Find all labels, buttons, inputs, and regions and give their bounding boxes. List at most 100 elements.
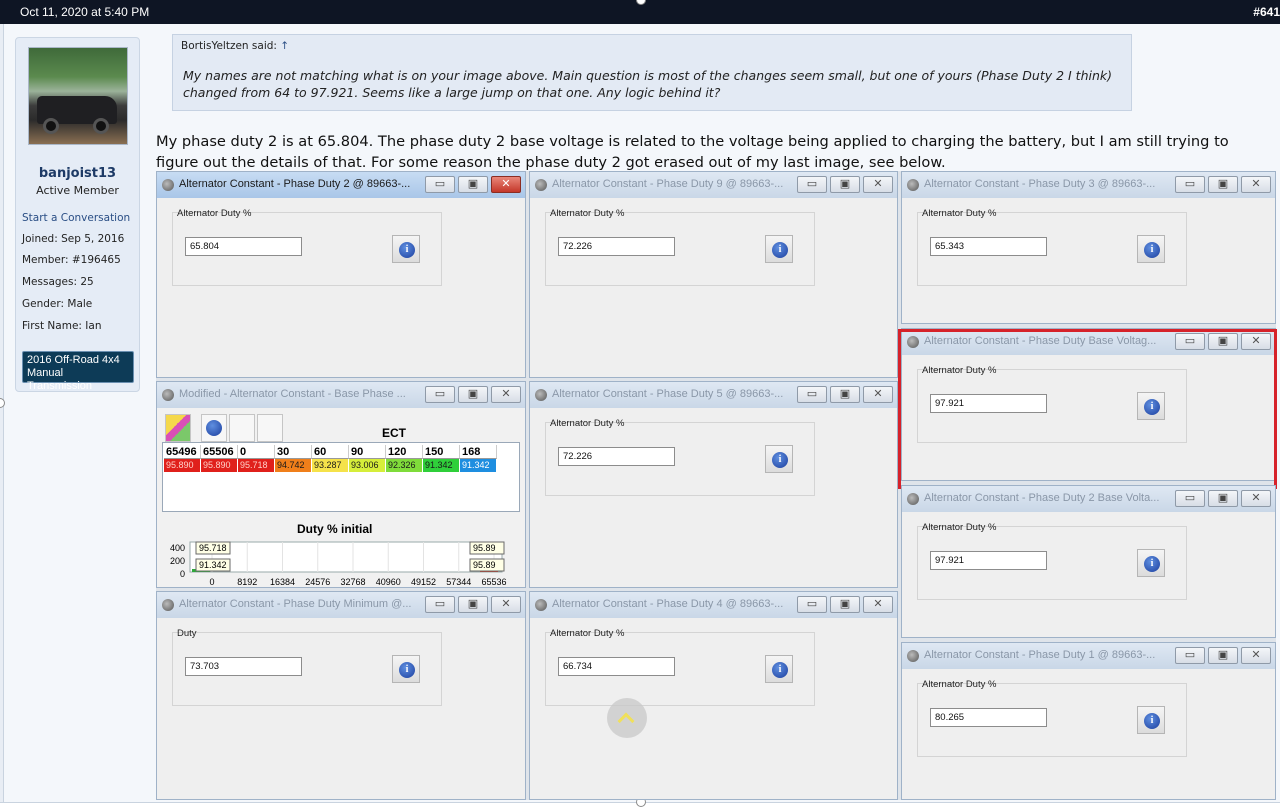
window-titlebar[interactable]: Alternator Constant - Phase Duty 1 @ 896… (902, 643, 1275, 669)
maximize-button[interactable]: ▣ (830, 596, 860, 613)
minimize-button[interactable]: ▭ (1175, 490, 1205, 507)
document-icon[interactable] (229, 414, 255, 442)
minimize-button[interactable]: ▭ (425, 176, 455, 193)
info-button[interactable]: i (392, 655, 420, 683)
start-conversation-link[interactable]: Start a Conversation (22, 212, 130, 224)
table-value-cell[interactable]: 91.342 (423, 459, 460, 472)
table-value-cell[interactable]: 91.342 (460, 459, 497, 472)
close-button[interactable]: ✕ (863, 386, 893, 403)
table-value-row: 95.890 95.890 95.718 94.742 93.287 93.006 92.3… (164, 459, 497, 472)
window-phase-duty-3[interactable]: Alternator Constant - Phase Duty 3 @ 896… (901, 171, 1276, 324)
window-title: Alternator Constant - Phase Duty 9 @ 896… (552, 178, 784, 190)
window-titlebar[interactable]: Alternator Constant - Phase Duty 3 @ 896… (902, 172, 1275, 198)
info-button[interactable]: i (1137, 549, 1165, 577)
document-icon[interactable] (257, 414, 283, 442)
info-button[interactable]: i (765, 235, 793, 263)
close-button[interactable]: ✕ (491, 596, 521, 613)
maximize-button[interactable]: ▣ (830, 176, 860, 193)
maximize-button[interactable]: ▣ (1208, 490, 1238, 507)
scroll-to-top-button[interactable] (607, 698, 647, 738)
duty-value-field[interactable]: 65.804 (185, 237, 302, 256)
quote-author: BortisYeltzen said: ↑ (181, 40, 289, 52)
window-titlebar[interactable]: Alternator Constant - Phase Duty 2 Base … (902, 486, 1275, 512)
avatar[interactable] (28, 47, 128, 145)
window-titlebar[interactable]: Alternator Constant - Phase Duty Minimum… (157, 592, 525, 618)
close-button[interactable]: ✕ (863, 176, 893, 193)
table-value-cell[interactable]: 95.718 (238, 459, 275, 472)
window-titlebar[interactable]: Alternator Constant - Phase Duty 2 @ 896… (157, 172, 525, 198)
window-phase-duty-9[interactable]: Alternator Constant - Phase Duty 9 @ 896… (529, 171, 898, 378)
table-value-cell[interactable]: 95.890 (201, 459, 238, 472)
window-titlebar[interactable]: Alternator Constant - Phase Duty 9 @ 896… (530, 172, 897, 198)
x-tick-label: 65536 (481, 577, 506, 587)
minimize-button[interactable]: ▭ (425, 596, 455, 613)
info-button[interactable]: i (1137, 706, 1165, 734)
minimize-button[interactable]: ▭ (797, 176, 827, 193)
duty-value-field[interactable]: 73.703 (185, 657, 302, 676)
duty-value-field[interactable]: 72.226 (558, 237, 675, 256)
window-title: Alternator Constant - Phase Duty 1 @ 896… (924, 649, 1156, 661)
paint-tool-icon[interactable] (165, 414, 191, 442)
info-button[interactable]: i (1137, 235, 1165, 263)
table-value-cell[interactable]: 94.742 (275, 459, 312, 472)
maximize-button[interactable]: ▣ (1208, 647, 1238, 664)
close-button[interactable]: ✕ (491, 386, 521, 403)
close-button[interactable]: ✕ (1241, 176, 1271, 193)
minimize-button[interactable]: ▭ (1175, 176, 1205, 193)
window-base-phase-table[interactable]: Modified - Alternator Constant - Base Ph… (156, 381, 526, 588)
field-label: Alternator Duty % (922, 208, 997, 219)
user-card: banjoist13 Active Member Start a Convers… (15, 37, 140, 392)
table-value-cell[interactable]: 92.326 (386, 459, 423, 472)
attached-screenshot[interactable]: Alternator Constant - Phase Duty 2 @ 896… (156, 171, 1277, 800)
info-tool-button[interactable] (201, 414, 227, 442)
maximize-button[interactable]: ▣ (458, 386, 488, 403)
minimize-button[interactable]: ▭ (797, 596, 827, 613)
maximize-button[interactable]: ▣ (830, 386, 860, 403)
duty-value-field[interactable]: 80.265 (930, 708, 1047, 727)
table-value-cell[interactable]: 93.006 (349, 459, 386, 472)
close-button[interactable]: ✕ (1241, 490, 1271, 507)
window-titlebar[interactable]: Alternator Constant - Phase Duty 5 @ 896… (530, 382, 897, 408)
window-phase-duty-minimum[interactable]: Alternator Constant - Phase Duty Minimum… (156, 591, 526, 800)
duty-value-field[interactable]: 65.343 (930, 237, 1047, 256)
close-button[interactable]: ✕ (1241, 647, 1271, 664)
window-phase-duty-4[interactable]: Alternator Constant - Phase Duty 4 @ 896… (529, 591, 898, 800)
resize-handle-left[interactable] (0, 398, 5, 408)
window-phase-duty-2[interactable]: Alternator Constant - Phase Duty 2 @ 896… (156, 171, 526, 378)
info-button[interactable]: i (765, 445, 793, 473)
info-button[interactable]: i (765, 655, 793, 683)
table-header-cell: 168 (460, 445, 497, 459)
field-label: Alternator Duty % (550, 628, 625, 639)
window-phase-duty-5[interactable]: Alternator Constant - Phase Duty 5 @ 896… (529, 381, 898, 588)
duty-value-field[interactable]: 97.921 (930, 551, 1047, 570)
close-button[interactable]: ✕ (491, 176, 521, 193)
info-icon: i (1144, 713, 1160, 729)
x-tick-label: 8192 (237, 577, 257, 587)
duty-value-field[interactable]: 72.226 (558, 447, 675, 466)
minimize-button[interactable]: ▭ (797, 386, 827, 403)
window-titlebar[interactable]: Modified - Alternator Constant - Base Ph… (157, 382, 525, 408)
window-title: Alternator Constant - Phase Duty Minimum… (179, 598, 412, 610)
info-icon: i (772, 452, 788, 468)
post-number[interactable]: #641 (1253, 5, 1280, 19)
close-button[interactable]: ✕ (863, 596, 893, 613)
table-value-cell[interactable]: 95.890 (164, 459, 201, 472)
table-value-cell[interactable]: 93.287 (312, 459, 349, 472)
x-tick-label: 16384 (270, 577, 295, 587)
info-button[interactable]: i (392, 235, 420, 263)
post-date[interactable]: Oct 11, 2020 at 5:40 PM (20, 5, 149, 19)
window-phase-duty-1[interactable]: Alternator Constant - Phase Duty 1 @ 896… (901, 642, 1276, 800)
minimize-button[interactable]: ▭ (425, 386, 455, 403)
window-titlebar[interactable]: Alternator Constant - Phase Duty 4 @ 896… (530, 592, 897, 618)
window-phase-duty-2-base-voltage[interactable]: Alternator Constant - Phase Duty 2 Base … (901, 485, 1276, 638)
minimize-button[interactable]: ▭ (1175, 647, 1205, 664)
username[interactable]: banjoist13 (16, 166, 139, 181)
duty-value-field[interactable]: 66.734 (558, 657, 675, 676)
maximize-button[interactable]: ▣ (458, 596, 488, 613)
data-table[interactable]: 65496 65506 0 30 60 90 120 150 168 95.890 95.890 9… (162, 442, 520, 512)
maximize-button[interactable]: ▣ (1208, 176, 1238, 193)
window-title: Alternator Constant - Phase Duty 4 @ 896… (552, 598, 784, 610)
maximize-button[interactable]: ▣ (458, 176, 488, 193)
jump-to-quote-icon[interactable]: ↑ (280, 40, 289, 52)
x-tick-label: 32768 (340, 577, 365, 587)
